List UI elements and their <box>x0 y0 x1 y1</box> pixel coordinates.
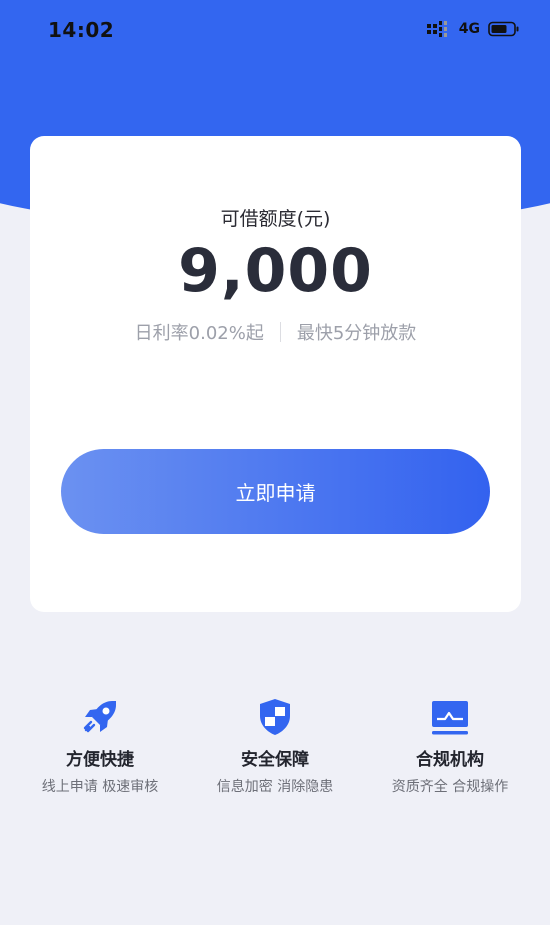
app-screen: 14:02 4G 可借额度(元) 9,000 日利率0.02%起 最快5分钟放款… <box>0 0 550 925</box>
signal-icon <box>426 21 447 37</box>
shield-icon <box>260 699 290 735</box>
quota-amount: 9,000 <box>178 236 373 306</box>
apply-now-button[interactable]: 立即申请 <box>61 449 490 534</box>
battery-icon <box>488 21 519 37</box>
feature-title: 合规机构 <box>416 750 484 770</box>
loan-card: 可借额度(元) 9,000 日利率0.02%起 最快5分钟放款 立即申请 <box>30 136 521 612</box>
feature-item-security: 安全保障 信息加密 消除隐患 <box>185 695 365 796</box>
feature-desc: 资质齐全 合规操作 <box>391 779 509 795</box>
feature-desc: 线上申请 极速审核 <box>41 779 159 795</box>
feature-item-compliance: 合规机构 资质齐全 合规操作 <box>360 695 540 796</box>
info-divider <box>279 322 281 342</box>
quota-label: 可借额度(元) <box>220 208 331 230</box>
interest-rate-text: 日利率0.02%起 <box>134 323 264 344</box>
rocket-icon <box>83 701 116 733</box>
loan-info-row: 日利率0.02%起 最快5分钟放款 <box>30 319 521 345</box>
feature-desc: 信息加密 消除隐患 <box>216 779 334 795</box>
feature-item-convenient: 方便快捷 线上申请 极速审核 <box>10 695 190 796</box>
feature-title: 方便快捷 <box>66 750 134 770</box>
monitor-icon <box>432 701 468 735</box>
status-indicators: 4G <box>426 21 520 37</box>
disbursement-speed-text: 最快5分钟放款 <box>296 323 417 344</box>
network-label: 4G <box>458 21 480 37</box>
feature-title: 安全保障 <box>241 750 309 770</box>
status-bar: 14:02 4G <box>0 0 550 62</box>
status-time: 14:02 <box>48 18 115 42</box>
